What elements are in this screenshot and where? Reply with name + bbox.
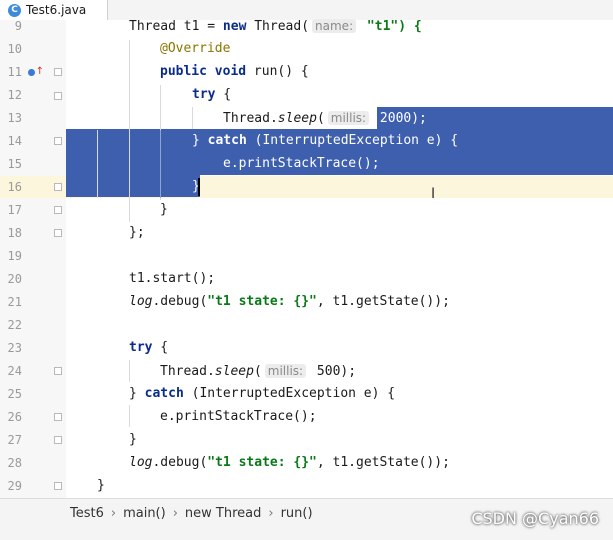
indent-guide — [192, 107, 193, 129]
line-number: 12 — [7, 88, 22, 102]
watermark: CSDN @Cyan66 — [471, 509, 599, 528]
fold-marker-icon[interactable] — [54, 183, 62, 191]
fold-marker-icon[interactable] — [54, 206, 62, 214]
code-line: } catch (InterruptedException e) { — [129, 386, 396, 401]
text-caret — [198, 178, 200, 196]
code-line: } — [129, 432, 137, 447]
code-line: } catch (InterruptedException e) { — [192, 133, 459, 148]
code-line: }; — [129, 225, 145, 240]
fold-marker-icon[interactable] — [54, 229, 62, 237]
breadcrumb-item[interactable]: Test6 — [70, 506, 104, 521]
parameter-hint: name: — [312, 19, 357, 33]
code-line: log.debug("t1 state: {}", t1.getState())… — [129, 294, 450, 309]
parameter-hint: millis: — [327, 111, 370, 125]
code-line: @Override — [160, 41, 231, 56]
indent-guide — [129, 405, 130, 427]
line-number: 15 — [7, 157, 22, 171]
line-number: 26 — [7, 410, 22, 424]
fold-marker-icon[interactable] — [54, 367, 62, 375]
code-line: } — [160, 202, 168, 217]
code-line: log.debug("t1 state: {}", t1.getState())… — [129, 455, 450, 470]
code-line: } — [97, 478, 105, 493]
line-number: 16 — [7, 180, 22, 194]
indent-guide — [129, 360, 130, 382]
code-line: Thread.sleep(millis: 2000); — [223, 111, 427, 126]
line-number: 14 — [7, 134, 22, 148]
line-number: 13 — [7, 111, 22, 125]
breadcrumb-bar: Test6 › main() › new Thread › run() CSDN… — [0, 498, 613, 540]
line-number: 17 — [7, 203, 22, 217]
arrow-up-icon: ↑ — [35, 66, 44, 77]
code-line: try { — [129, 340, 169, 355]
breadcrumb-item[interactable]: new Thread — [185, 506, 261, 521]
line-number: 21 — [7, 295, 22, 309]
code-line: e.printStackTrace(); — [223, 156, 380, 171]
line-number: 23 — [7, 341, 22, 355]
line-number: 10 — [7, 42, 22, 56]
selection-region — [66, 175, 200, 197]
code-line: Thread.sleep(millis: 500); — [160, 364, 357, 379]
line-number: 20 — [7, 272, 22, 286]
line-number: 27 — [7, 433, 22, 447]
line-number: 28 — [7, 456, 22, 470]
parameter-hint: millis: — [264, 364, 307, 378]
line-number: 22 — [7, 318, 22, 332]
override-method-icon[interactable]: ↑ — [28, 66, 44, 78]
code-area[interactable] — [66, 20, 613, 498]
chevron-right-icon: › — [268, 505, 274, 521]
chevron-right-icon: › — [110, 505, 117, 521]
line-number: 9 — [14, 19, 22, 33]
breadcrumb-item[interactable]: run() — [281, 506, 313, 521]
tab-label: Test6.java — [26, 3, 87, 17]
fold-marker-icon[interactable] — [54, 68, 62, 76]
chevron-right-icon: › — [172, 505, 178, 521]
line-number: 11 — [7, 65, 22, 79]
fold-marker-icon[interactable] — [54, 92, 62, 100]
code-line: e.printStackTrace(); — [160, 409, 317, 424]
line-number: 25 — [7, 387, 22, 401]
code-line: try { — [192, 87, 232, 102]
code-line: t1.start(); — [129, 271, 216, 286]
fold-marker-icon[interactable] — [54, 436, 62, 444]
breadcrumb: Test6 › main() › new Thread › run() — [70, 503, 313, 523]
indent-guide — [97, 130, 98, 198]
indent-guide — [129, 130, 130, 198]
indent-guide — [160, 130, 161, 198]
fold-marker-icon[interactable] — [54, 413, 62, 421]
fold-marker-icon[interactable] — [54, 482, 62, 490]
line-number: 29 — [7, 479, 22, 493]
line-number: 19 — [7, 249, 22, 263]
fold-marker-icon[interactable] — [54, 137, 62, 145]
ibeam-cursor-icon: I — [431, 186, 436, 202]
code-line: public void run() { — [160, 64, 309, 79]
code-line: Thread t1 = new Thread(name: "t1") { — [129, 19, 422, 34]
breadcrumb-item[interactable]: main() — [123, 506, 166, 521]
implements-dot-icon — [28, 68, 35, 76]
line-number: 24 — [7, 364, 22, 378]
line-number: 18 — [7, 226, 22, 240]
